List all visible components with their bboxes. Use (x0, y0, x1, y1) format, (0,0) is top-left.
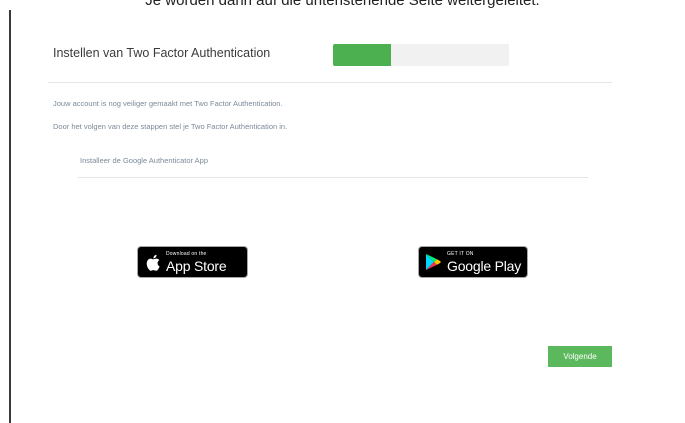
google-play-small-text: GET IT ON (447, 250, 474, 257)
progress-bar-fill (333, 44, 392, 66)
progress-bar (333, 44, 509, 66)
step-divider (78, 177, 588, 178)
google-play-icon (425, 253, 441, 271)
google-play-badge[interactable]: GET IT ON Google Play (418, 246, 528, 278)
app-store-badge[interactable]: Download on the App Store (137, 246, 248, 278)
description-line-2: Door het volgen van deze stappen stel je… (53, 122, 288, 131)
divider (48, 82, 612, 83)
app-store-small-text: Download on the (166, 250, 207, 257)
cropped-header-text: Je worden dann auf die untenstehende Sei… (145, 0, 540, 9)
app-store-large-text: App Store (166, 257, 227, 274)
left-border (9, 10, 11, 423)
google-play-large-text: Google Play (447, 257, 522, 274)
page-title: Instellen van Two Factor Authentication (53, 46, 271, 60)
description-line-1: Jouw account is nog veiliger gemaakt met… (53, 99, 283, 108)
apple-icon (146, 254, 160, 271)
step-label: Installeer de Google Authenticator App (80, 156, 209, 165)
next-button[interactable]: Volgende (548, 346, 612, 367)
